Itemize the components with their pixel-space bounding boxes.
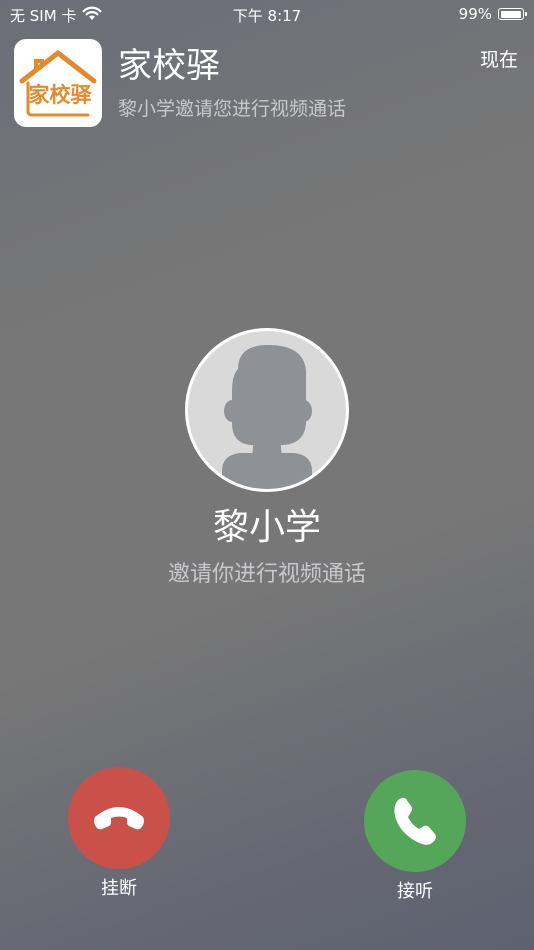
battery-percent: 99% [458, 5, 492, 23]
phone-icon [394, 797, 436, 845]
battery-icon [498, 8, 527, 20]
status-right: 99% [458, 5, 527, 23]
notification-time: 现在 [479, 49, 518, 71]
caller-status: 邀请你进行视频通话 [167, 562, 366, 587]
hangup-label: 挂断 [101, 878, 137, 899]
status-bar: 无 SIM 卡 下午 8:17 99% [0, 0, 534, 28]
avatar [185, 328, 349, 492]
battery-fill [500, 10, 522, 18]
app-icon: 家校驿 [14, 39, 102, 127]
answer-label: 接听 [397, 881, 433, 902]
status-time: 下午 8:17 [232, 7, 302, 25]
notification-message: 黎小学邀请您进行视频通话 [118, 98, 347, 120]
caller-name: 黎小学 [212, 507, 321, 548]
hangup-button[interactable] [68, 767, 170, 869]
app-name: 家校驿 [118, 46, 220, 86]
hangup-phone-icon [94, 807, 144, 830]
app-icon-text: 家校驿 [29, 83, 93, 107]
house-logo-icon: 家校驿 [19, 50, 97, 117]
person-icon [222, 345, 312, 489]
answer-button[interactable] [364, 770, 466, 872]
